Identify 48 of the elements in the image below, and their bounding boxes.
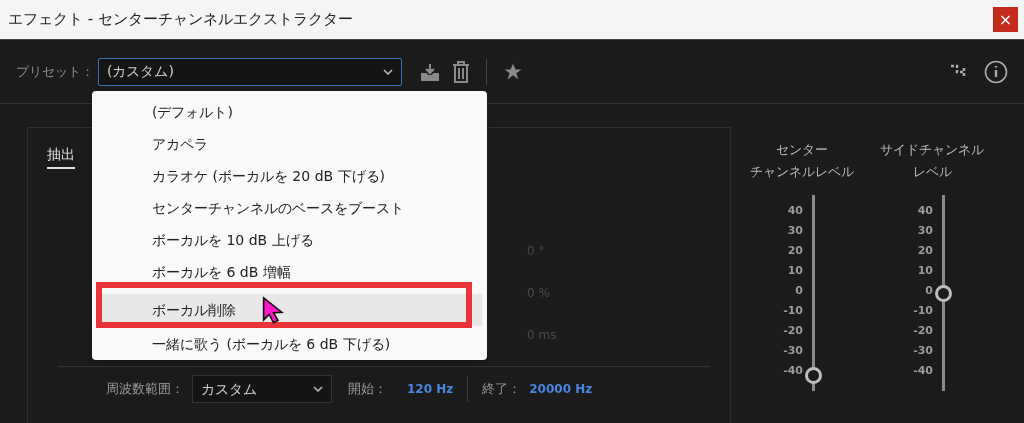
scale-label: -30: [913, 345, 933, 357]
scale-label: 0: [795, 285, 803, 297]
menu-item[interactable]: (デフォルト): [97, 96, 482, 128]
preset-dropdown[interactable]: (カスタム): [98, 57, 402, 86]
scale-label: 20: [917, 245, 933, 257]
chevron-icon: [313, 386, 323, 392]
scale-label: 40: [917, 205, 933, 217]
scale-label: -30: [783, 345, 803, 357]
chevron-icon: [383, 68, 393, 75]
frequency-dropdown[interactable]: カスタム: [192, 375, 332, 403]
preset-label: プリセット：: [16, 62, 94, 81]
scale-label: 40: [787, 205, 803, 217]
scale-label: -20: [913, 325, 933, 337]
menu-item[interactable]: ボーカルを 6 dB 増幅: [97, 256, 482, 288]
info-icon[interactable]: [984, 59, 1008, 84]
scale-label: 30: [917, 225, 933, 237]
slider-label: サイドチャンネル: [880, 141, 984, 159]
close-button[interactable]: ×: [993, 7, 1018, 32]
slider-label: センター: [776, 141, 828, 159]
scale-label: 20: [787, 245, 803, 257]
slider-thumb[interactable]: [805, 367, 822, 385]
slider-thumb[interactable]: [935, 285, 952, 302]
start-label: 開始：: [348, 380, 387, 399]
end-label: 終了：: [482, 380, 522, 399]
scale-label: -10: [783, 305, 803, 317]
scale-label: -40: [913, 365, 933, 377]
menu-item[interactable]: カラオケ (ボーカルを 20 dB 下げる): [97, 160, 482, 192]
menu-item[interactable]: 一緒に歌う (ボーカルを 6 dB 下げる): [97, 328, 482, 360]
start-value[interactable]: 120 Hz: [407, 380, 454, 398]
cursor-icon: [262, 296, 284, 324]
scale-label: -10: [913, 305, 933, 317]
slider-label: チャンネルレベル: [750, 163, 854, 181]
scale-label: 10: [917, 265, 933, 277]
download-icon[interactable]: [420, 61, 440, 82]
scale-label: 30: [787, 225, 803, 237]
menu-item[interactable]: センターチャンネルのベースをブースト: [97, 192, 482, 224]
menu-item[interactable]: ボーカルを 10 dB 上げる: [97, 224, 482, 256]
slider-label: レベル: [912, 163, 952, 181]
menu-item[interactable]: アカペラ: [97, 128, 482, 160]
end-value[interactable]: 20000 Hz: [529, 380, 593, 398]
trash-icon[interactable]: [452, 60, 470, 83]
frequency-label: 周波数範囲：: [106, 380, 184, 399]
tab[interactable]: 抽出: [47, 144, 75, 169]
scale-label: -40: [783, 365, 803, 377]
scale-label: 10: [787, 265, 803, 277]
scale-label: -20: [783, 325, 803, 337]
window-title: エフェクト - センターチャンネルエクストラクター: [8, 9, 353, 31]
scale-label: 0: [925, 285, 933, 297]
